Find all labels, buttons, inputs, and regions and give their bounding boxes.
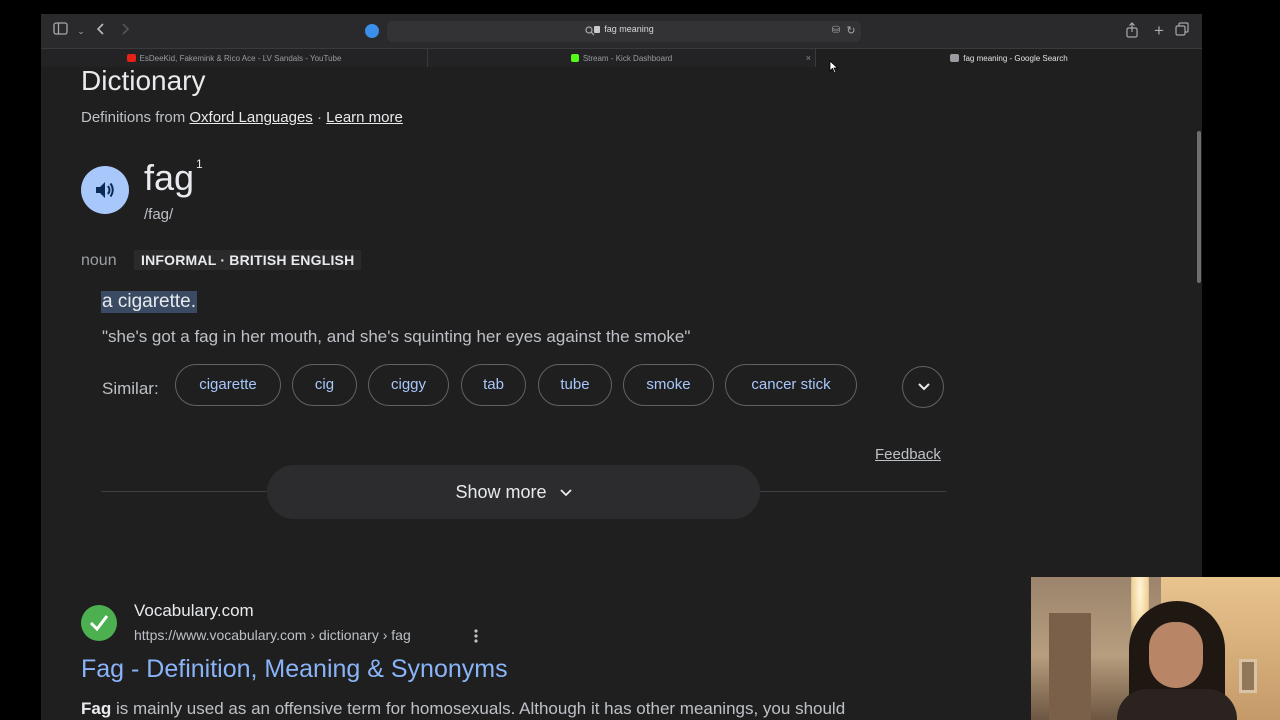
browser-window: ⌄ fag meaning ⛁ ↻ + EsDeeKid, Fakemink &… xyxy=(41,14,1202,720)
tab-bar: EsDeeKid, Fakemink & Rico Ace - LV Sanda… xyxy=(41,48,1202,68)
close-tab-icon[interactable]: × xyxy=(806,49,811,68)
vocabulary-logo xyxy=(81,605,117,641)
google-favicon-icon xyxy=(950,54,960,62)
address-bar[interactable]: fag meaning ⛁ ↻ xyxy=(387,21,861,42)
search-results-page: Dictionary Definitions from Oxford Langu… xyxy=(41,67,1202,720)
checkmark-icon xyxy=(89,615,109,632)
similar-chip[interactable]: ciggy xyxy=(368,364,449,406)
register-label: INFORMAL · BRITISH ENGLISH xyxy=(134,250,362,270)
lock-icon xyxy=(594,26,601,33)
part-of-speech: noun xyxy=(81,252,117,269)
chevron-down-icon xyxy=(918,383,930,391)
mouse-cursor-icon xyxy=(829,60,839,74)
dictionary-source: Definitions from Oxford Languages · Lear… xyxy=(81,109,403,126)
example-sentence: "she's got a fag in her mouth, and she's… xyxy=(102,327,691,346)
similar-chip[interactable]: smoke xyxy=(623,364,714,406)
feedback-link[interactable]: Feedback xyxy=(875,446,941,463)
similar-chip[interactable]: cigarette xyxy=(175,364,281,406)
scrollbar[interactable] xyxy=(1197,131,1201,283)
similar-chip[interactable]: tab xyxy=(461,364,526,406)
tab-overview-icon[interactable] xyxy=(1175,22,1193,40)
similar-chip[interactable]: tube xyxy=(538,364,612,406)
webcam-overlay xyxy=(1031,577,1280,720)
speaker-icon xyxy=(96,182,114,198)
similar-label: Similar: xyxy=(102,379,159,398)
pronunciation-button[interactable] xyxy=(81,166,129,214)
forward-icon[interactable] xyxy=(118,22,136,40)
show-more-button[interactable]: Show more xyxy=(267,465,760,519)
back-icon[interactable] xyxy=(94,22,112,40)
tab-youtube[interactable]: EsDeeKid, Fakemink & Rico Ace - LV Sanda… xyxy=(41,49,428,68)
definition-text: a cigarette. xyxy=(101,291,197,313)
address-text: fag meaning xyxy=(604,24,654,34)
sidebar-toggle-icon[interactable] xyxy=(53,22,71,40)
chevron-down-icon xyxy=(559,489,572,497)
more-options-icon[interactable] xyxy=(471,627,481,645)
youtube-favicon-icon xyxy=(126,54,136,62)
oxford-languages-link[interactable]: Oxford Languages xyxy=(189,109,312,126)
reload-icon[interactable]: ↻ xyxy=(842,22,860,40)
phonetic: /fag/ xyxy=(144,206,174,223)
similar-chip[interactable]: cancer stick xyxy=(725,364,857,406)
result-snippet: Fag is mainly used as an offensive term … xyxy=(81,699,846,718)
dictionary-heading: Dictionary xyxy=(81,67,206,96)
expand-similar-button[interactable] xyxy=(902,366,944,408)
chevron-down-icon[interactable]: ⌄ xyxy=(72,22,90,40)
result-title-link[interactable]: Fag - Definition, Meaning & Synonyms xyxy=(81,655,508,684)
share-icon[interactable] xyxy=(1125,22,1143,40)
headword: fag 1 xyxy=(144,157,203,198)
kick-favicon-icon xyxy=(570,54,579,62)
result-site-name: Vocabulary.com xyxy=(134,601,254,620)
browser-toolbar: ⌄ fag meaning ⛁ ↻ + xyxy=(41,14,1202,48)
learn-more-link[interactable]: Learn more xyxy=(326,109,403,126)
homograph-number: 1 xyxy=(196,157,203,171)
similar-chip[interactable]: cig xyxy=(292,364,357,406)
extension-icon[interactable] xyxy=(365,24,379,38)
new-tab-icon[interactable]: + xyxy=(1150,22,1168,40)
result-url[interactable]: https://www.vocabulary.com › dictionary … xyxy=(134,627,411,643)
tab-google-search[interactable]: fag meaning - Google Search xyxy=(816,49,1202,68)
tab-kick[interactable]: Stream - Kick Dashboard × xyxy=(428,49,816,68)
